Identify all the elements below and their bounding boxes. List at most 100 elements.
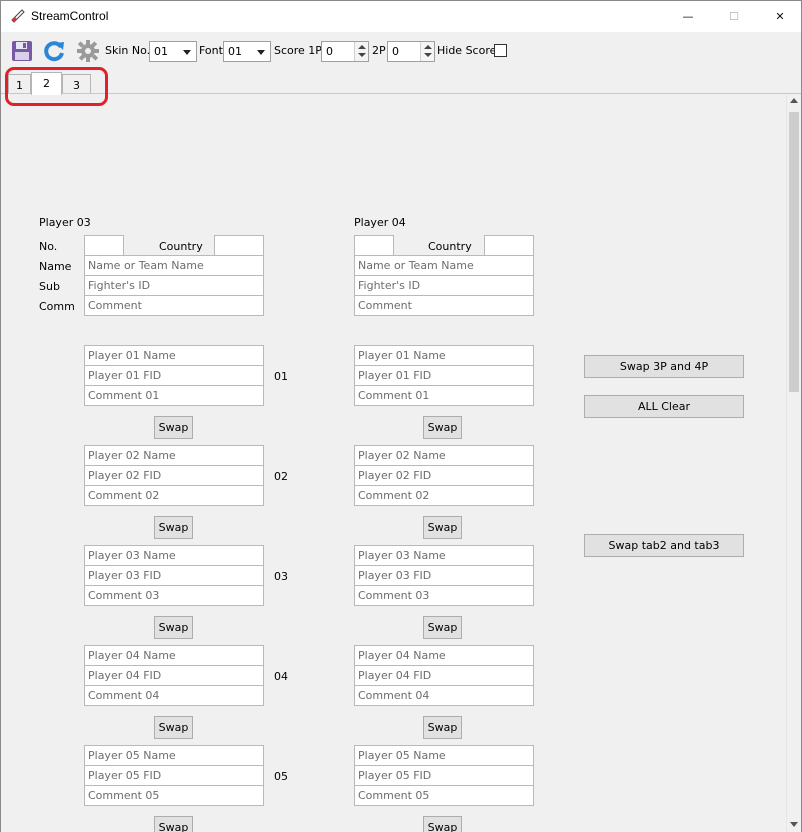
player3-name-label: Name	[39, 260, 72, 273]
settings-gear-icon[interactable]	[76, 39, 100, 63]
skin-select-value: 01	[154, 45, 168, 58]
swap-tabs-button[interactable]: Swap tab2 and tab3	[584, 534, 744, 557]
slot-left-fid-input[interactable]: Player 03 FID	[84, 565, 264, 586]
slot-right-swap-button[interactable]: Swap	[423, 816, 462, 832]
spin-down-icon[interactable]	[424, 53, 432, 57]
score-2p-value: 0	[392, 45, 399, 58]
font-select[interactable]: 01	[223, 41, 271, 62]
player3-sub-input[interactable]: Fighter's ID	[84, 275, 264, 296]
hide-score-label: Hide Score	[437, 44, 497, 57]
player4-name-input[interactable]: Name or Team Name	[354, 255, 534, 276]
slot-right-fid-input[interactable]: Player 04 FID	[354, 665, 534, 686]
score-2p-stepper[interactable]: 0	[387, 41, 435, 62]
swap-3p-4p-button[interactable]: Swap 3P and 4P	[584, 355, 744, 378]
slot-left-name-input[interactable]: Player 01 Name	[84, 345, 264, 366]
skin-select[interactable]: 01	[149, 41, 197, 62]
scrollbar-thumb[interactable]	[789, 112, 799, 392]
spin-up-icon[interactable]	[358, 45, 366, 49]
scroll-down-icon[interactable]	[790, 822, 798, 827]
refresh-icon[interactable]	[42, 39, 66, 63]
tabs-highlight-annotation	[5, 67, 108, 106]
window-title: StreamControl	[31, 9, 109, 23]
slot-left-swap-button[interactable]: Swap	[154, 416, 193, 439]
player3-comm-label: Comm	[39, 300, 75, 313]
slot-left-fid-input[interactable]: Player 01 FID	[84, 365, 264, 386]
player3-heading: Player 03	[39, 216, 91, 229]
slot-left-comment-input[interactable]: Comment 02	[84, 485, 264, 506]
player4-comm-input[interactable]: Comment	[354, 295, 534, 316]
slot-left-swap-button[interactable]: Swap	[154, 716, 193, 739]
score-2p-spin-buttons[interactable]	[420, 42, 434, 61]
slot-number: 01	[274, 370, 288, 383]
all-clear-button[interactable]: ALL Clear	[584, 395, 744, 418]
player3-no-input[interactable]	[84, 235, 124, 256]
font-select-value: 01	[228, 45, 242, 58]
slot-left-comment-input[interactable]: Comment 01	[84, 385, 264, 406]
spin-down-icon[interactable]	[358, 53, 366, 57]
slot-left-swap-button[interactable]: Swap	[154, 516, 193, 539]
slot-left-comment-input[interactable]: Comment 03	[84, 585, 264, 606]
slot-right-fid-input[interactable]: Player 05 FID	[354, 765, 534, 786]
score-1p-label: Score 1P	[274, 44, 322, 57]
score-1p-spin-buttons[interactable]	[354, 42, 368, 61]
slot-right-comment-input[interactable]: Comment 03	[354, 585, 534, 606]
slot-right-comment-input[interactable]: Comment 04	[354, 685, 534, 706]
slot-left-swap-button[interactable]: Swap	[154, 816, 193, 832]
hide-score-checkbox[interactable]	[494, 44, 507, 57]
tab-content: Player 03 No. Country Name Name or Team …	[1, 94, 786, 832]
slot-right-name-input[interactable]: Player 03 Name	[354, 545, 534, 566]
player3-comm-input[interactable]: Comment	[84, 295, 264, 316]
slot-right-name-input[interactable]: Player 02 Name	[354, 445, 534, 466]
slot-number: 03	[274, 570, 288, 583]
toolbar: Skin No. 01 Font 01 Score 1P 0 2P 0 Hide…	[1, 32, 801, 69]
slot-right-swap-button[interactable]: Swap	[423, 716, 462, 739]
skin-label: Skin No.	[105, 44, 151, 57]
slot-right-fid-input[interactable]: Player 02 FID	[354, 465, 534, 486]
title-bar: StreamControl — ☐ ✕	[1, 1, 801, 32]
player3-sub-label: Sub	[39, 280, 60, 293]
player4-heading: Player 04	[354, 216, 406, 229]
player3-country-input[interactable]	[214, 235, 264, 256]
slot-right-name-input[interactable]: Player 01 Name	[354, 345, 534, 366]
player4-no-input[interactable]	[354, 235, 394, 256]
slot-right-fid-input[interactable]: Player 01 FID	[354, 365, 534, 386]
player4-country-input[interactable]	[484, 235, 534, 256]
player4-country-label: Country	[428, 240, 472, 253]
slot-left-fid-input[interactable]: Player 04 FID	[84, 665, 264, 686]
slot-left-name-input[interactable]: Player 04 Name	[84, 645, 264, 666]
vertical-scrollbar[interactable]	[786, 94, 801, 832]
close-button[interactable]: ✕	[757, 1, 802, 32]
player3-no-label: No.	[39, 240, 58, 253]
maximize-button[interactable]: ☐	[711, 1, 757, 32]
slot-left-fid-input[interactable]: Player 02 FID	[84, 465, 264, 486]
score-2p-label: 2P	[372, 44, 386, 57]
slot-right-swap-button[interactable]: Swap	[423, 516, 462, 539]
player4-sub-input[interactable]: Fighter's ID	[354, 275, 534, 296]
slot-left-fid-input[interactable]: Player 05 FID	[84, 765, 264, 786]
spin-up-icon[interactable]	[424, 45, 432, 49]
save-icon[interactable]	[10, 39, 34, 63]
slot-left-comment-input[interactable]: Comment 05	[84, 785, 264, 806]
slot-right-swap-button[interactable]: Swap	[423, 616, 462, 639]
slot-left-name-input[interactable]: Player 02 Name	[84, 445, 264, 466]
player3-name-input[interactable]: Name or Team Name	[84, 255, 264, 276]
slot-number: 05	[274, 770, 288, 783]
font-label: Font	[199, 44, 223, 57]
scroll-up-icon[interactable]	[790, 98, 798, 103]
slot-right-swap-button[interactable]: Swap	[423, 416, 462, 439]
slot-right-fid-input[interactable]: Player 03 FID	[354, 565, 534, 586]
slot-right-name-input[interactable]: Player 04 Name	[354, 645, 534, 666]
slot-left-name-input[interactable]: Player 05 Name	[84, 745, 264, 766]
chevron-down-icon	[183, 50, 191, 55]
score-1p-value: 0	[326, 45, 333, 58]
chevron-down-icon	[257, 50, 265, 55]
minimize-button[interactable]: —	[665, 1, 711, 32]
score-1p-stepper[interactable]: 0	[321, 41, 369, 62]
slot-left-name-input[interactable]: Player 03 Name	[84, 545, 264, 566]
slot-right-comment-input[interactable]: Comment 01	[354, 385, 534, 406]
slot-right-name-input[interactable]: Player 05 Name	[354, 745, 534, 766]
slot-right-comment-input[interactable]: Comment 05	[354, 785, 534, 806]
slot-left-comment-input[interactable]: Comment 04	[84, 685, 264, 706]
slot-right-comment-input[interactable]: Comment 02	[354, 485, 534, 506]
slot-left-swap-button[interactable]: Swap	[154, 616, 193, 639]
